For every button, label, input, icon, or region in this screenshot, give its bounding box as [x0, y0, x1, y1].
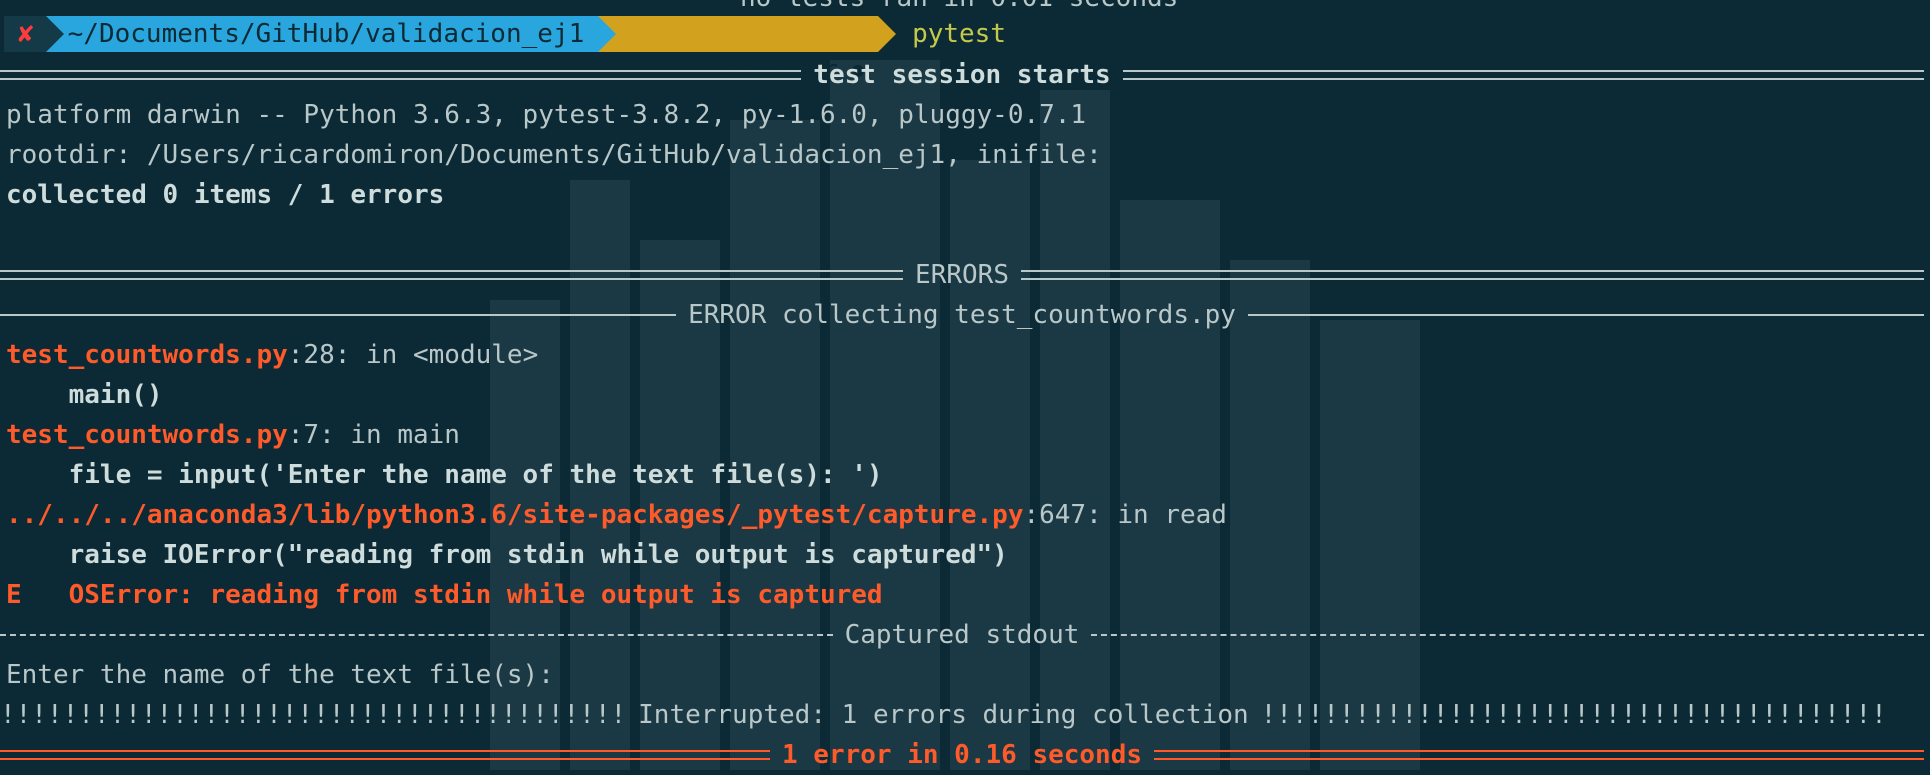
exception-line: E OSError: reading from stdin while outp… [6, 580, 883, 610]
rule-left [0, 634, 833, 636]
rule-right [1247, 314, 1924, 316]
traceback-code: raise IOError("reading from stdin while … [6, 540, 1008, 570]
rule-right [1154, 750, 1924, 760]
prompt-path: ~/Documents/GitHub/validacion_ej1 [45, 16, 599, 52]
rule-right [1020, 270, 1924, 280]
rule-left [0, 314, 677, 316]
traceback-code: file = input('Enter the name of the text… [6, 460, 883, 490]
interrupted-line: !!!!!!!!!!!!!!!!!!!!!!!!!!!!!!!!!!!!!!!!… [0, 695, 1924, 735]
rule-left [0, 750, 770, 760]
error-subheader-title: ERROR collecting test_countwords.py [688, 300, 1236, 330]
captured-stdout-text: Enter the name of the text file(s): [6, 660, 554, 690]
bang-fill-right: !!!!!!!!!!!!!!!!!!!!!!!!!!!!!!!!!!!!!!!! [1260, 700, 1887, 730]
errors-header-title: ERRORS [915, 260, 1009, 290]
traceback-loc: :7: in main [287, 420, 460, 450]
captured-stdout-title: Captured stdout [844, 620, 1080, 650]
traceback-file-link[interactable]: test_countwords.py [6, 340, 288, 370]
status-error-icon: ✘ [4, 16, 46, 52]
rule-right [1122, 70, 1924, 80]
segment-separator [878, 16, 897, 52]
errors-header: ERRORS [0, 255, 1924, 295]
summary-line: 1 error in 0.16 seconds [0, 735, 1924, 775]
summary-text: 1 error in 0.16 seconds [781, 740, 1143, 770]
terminal-window[interactable]: no tests ran in 0.01 seconds ✘ ~/Documen… [0, 0, 1930, 770]
rule-left [0, 270, 904, 280]
session-header: test session starts [0, 55, 1924, 95]
traceback-loc: :28: in <module> [287, 340, 539, 370]
collected-line: collected 0 items / 1 errors [6, 180, 445, 210]
session-header-title: test session starts [813, 60, 1111, 90]
traceback-location: ../../../anaconda3/lib/python3.6/site-pa… [6, 495, 1227, 535]
captured-stdout-header: Captured stdout [0, 615, 1924, 655]
shell-prompt: ✘ ~/Documents/GitHub/validacion_ej1 mast… [4, 16, 1006, 85]
segment-separator [598, 16, 617, 52]
platform-line: platform darwin -- Python 3.6.3, pytest-… [6, 100, 1087, 130]
traceback-location: test_countwords.py:7: in main [6, 415, 460, 455]
traceback-file-link[interactable]: test_countwords.py [6, 420, 288, 450]
traceback-code: main() [6, 380, 163, 410]
bang-fill-left: !!!!!!!!!!!!!!!!!!!!!!!!!!!!!!!!!!!!!!!! [0, 700, 627, 730]
traceback-location: test_countwords.py:28: in <module> [6, 335, 538, 375]
rootdir-line: rootdir: /Users/ricardomiron/Documents/G… [6, 140, 1102, 170]
traceback-loc: :647: in read [1023, 500, 1227, 530]
interrupted-text: Interrupted: 1 errors during collection [638, 700, 1249, 730]
error-subheader: ERROR collecting test_countwords.py [0, 295, 1924, 335]
typed-command: pytest [912, 19, 1006, 49]
rule-right [1091, 634, 1924, 636]
segment-separator [45, 16, 64, 52]
rule-left [0, 70, 802, 80]
prompt-git-segment: master [598, 16, 879, 85]
traceback-file-link[interactable]: ../../../anaconda3/lib/python3.6/site-pa… [6, 500, 1023, 530]
